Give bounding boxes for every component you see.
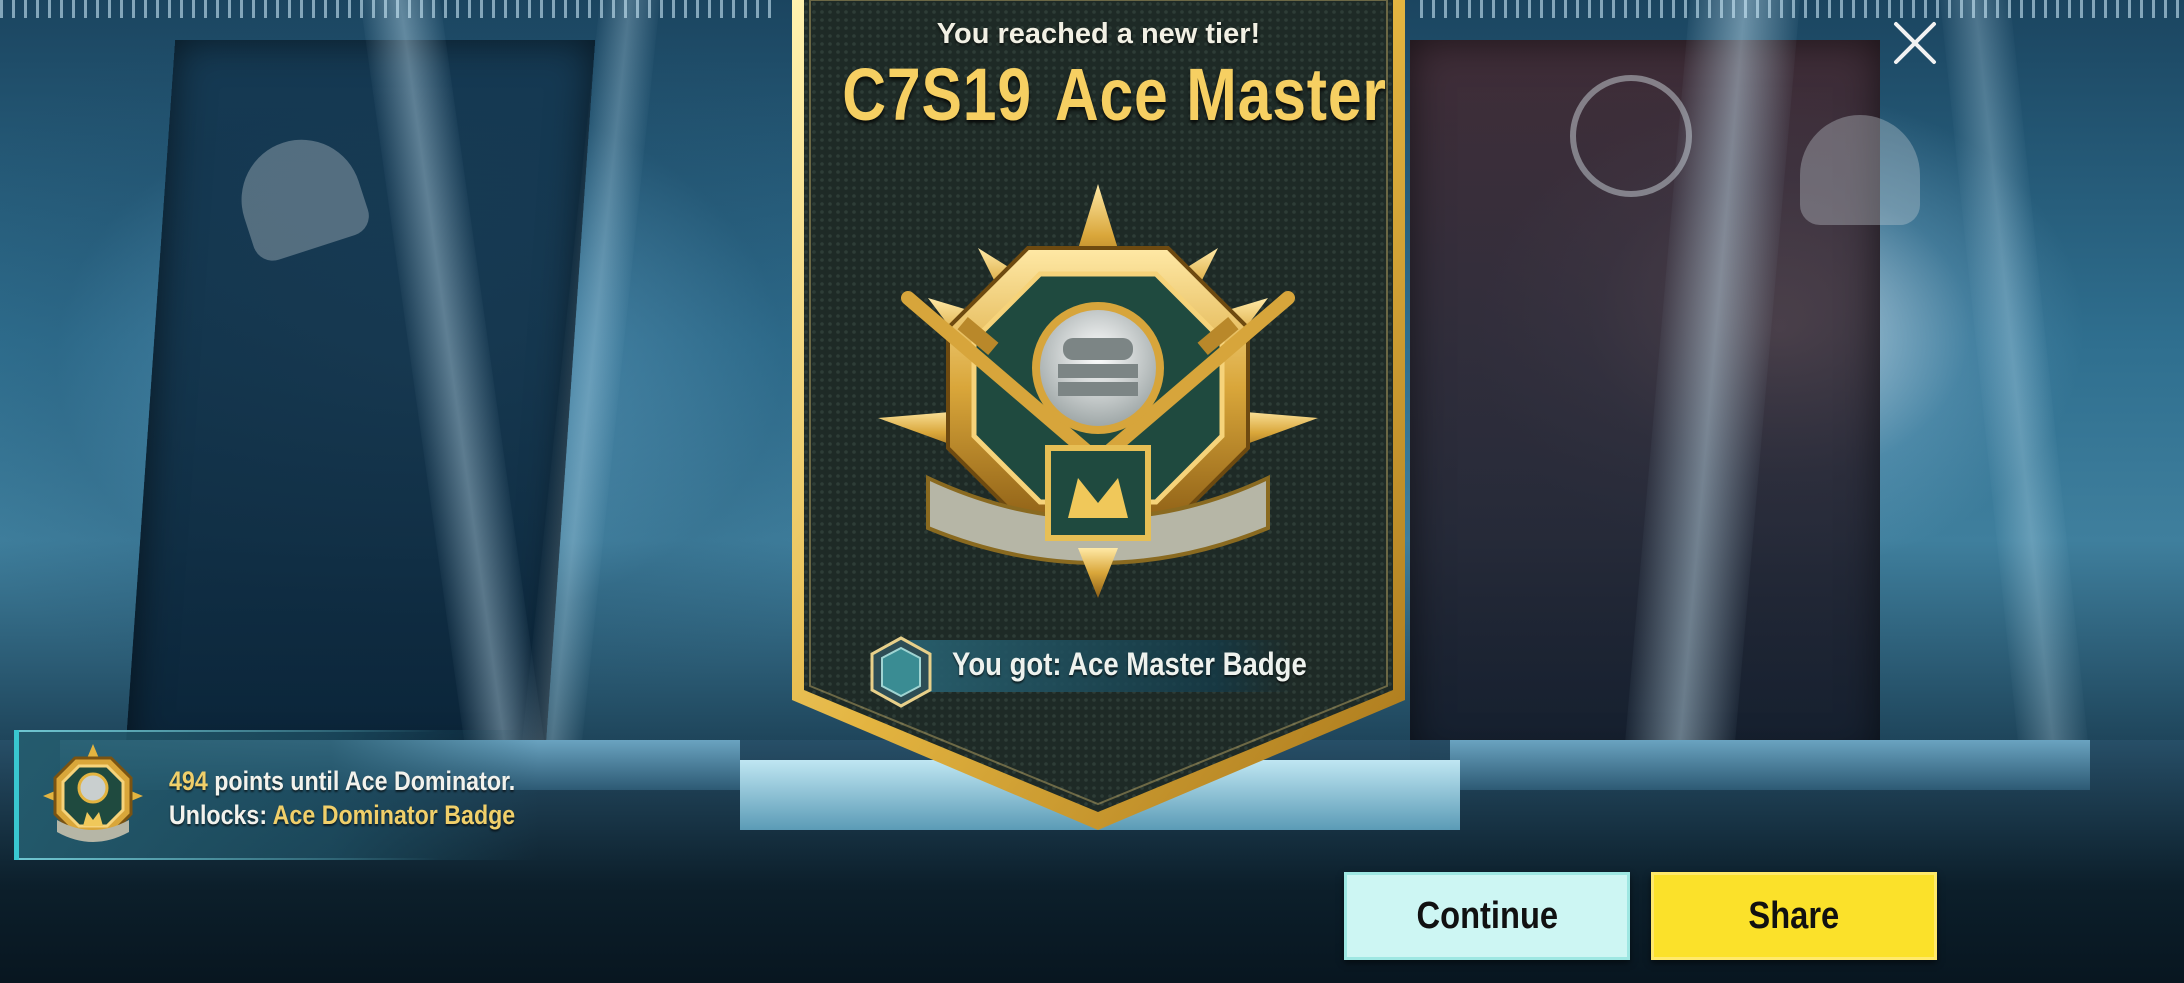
points-value: 494	[169, 766, 208, 796]
season-label: C7S19	[842, 53, 1032, 136]
badge-hexagon-icon	[870, 636, 932, 708]
light-beam	[1940, 0, 2090, 760]
panel-border	[19, 730, 439, 732]
ace-dominator-emblem	[43, 744, 143, 842]
reward-text: You got: Ace Master Badge	[952, 646, 1307, 682]
continue-button[interactable]: Continue	[1344, 872, 1630, 960]
close-button[interactable]	[1890, 18, 1940, 68]
points-suffix: points until Ace Dominator.	[207, 766, 516, 796]
helmet-emblem-bg	[1800, 115, 1920, 225]
unlocks-item: Ace Dominator Badge	[272, 800, 516, 830]
tier-name: Ace Master	[1054, 53, 1387, 136]
share-button[interactable]: Share	[1651, 872, 1937, 960]
background-decor	[1420, 0, 2184, 18]
unlocks-text: Unlocks: Ace Dominator Badge	[169, 800, 515, 831]
tier-up-screen: You reached a new tier! C7S19 Ace Master	[0, 0, 2184, 983]
next-tier-progress-panel: 494 points until Ace Dominator. Unlocks:…	[14, 730, 539, 860]
panel-border	[19, 858, 439, 860]
share-label: Share	[1748, 894, 1840, 937]
platform	[1450, 740, 2090, 790]
tier-title: C7S19 Ace Master	[842, 52, 1386, 137]
tier-reached-message: You reached a new tier!	[936, 18, 1261, 50]
close-icon	[1894, 22, 1936, 64]
unlocks-prefix: Unlocks:	[169, 800, 273, 830]
continue-label: Continue	[1416, 894, 1558, 937]
points-remaining-text: 494 points until Ace Dominator.	[169, 766, 515, 797]
reward-row: You got: Ace Master Badge	[868, 636, 1307, 708]
ace-master-emblem	[868, 178, 1328, 608]
